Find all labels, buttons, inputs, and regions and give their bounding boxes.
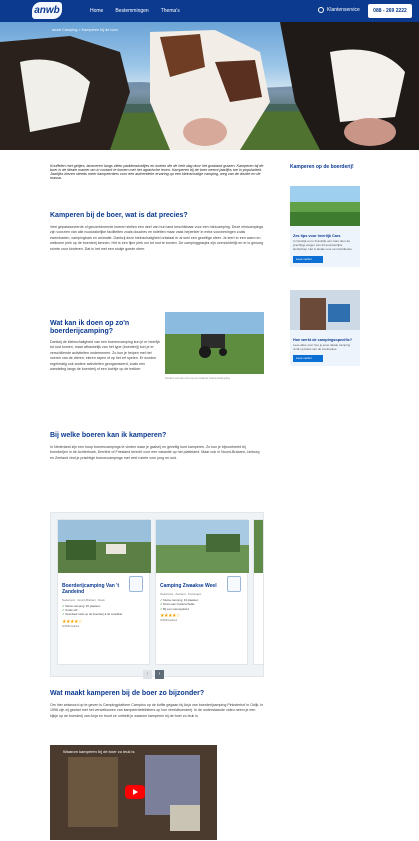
section-heading: Wat maakt kamperen bij de boer zo bijzon… [50,690,205,697]
camping-name[interactable]: Camping Zwaakse Weel [156,578,226,590]
hero-image: anwb Camping > Kamperen bij de boer [0,22,419,150]
tractor-photo [165,312,264,374]
klantenservice-label: Klantenservice [327,7,360,13]
camping-photo [156,520,249,573]
section-welke-boeren: Bij welke boeren kan ik kamperen? In Ned… [50,432,264,461]
camping-card[interactable]: Boerderijcamping Van 't Zandeind Nederla… [57,519,151,665]
play-icon[interactable] [125,785,145,799]
section-heading: Wat kan ik doen op zo'n boerderijcamping… [50,320,130,336]
sidebar-card[interactable]: Zes tips voor heerlijk Cars In Oostrijk … [290,186,360,267]
sidebar-title: Kamperen op de boerderij! [290,164,354,170]
section-bijzonder: Wat maakt kamperen bij de boer zo bijzon… [50,690,264,719]
carousel-next-button[interactable]: › [155,670,164,679]
video-player[interactable]: Waarom kamperen bij de boer zo leuk is [50,745,217,840]
rating-label: ANWB kwaliteit [62,624,80,628]
phone-number-button[interactable]: 088 - 269 2222 [368,4,412,18]
rating-stars: ★★★★☆ [62,618,82,625]
rating-label: ANWB kwaliteit [160,619,178,623]
video-title[interactable]: Waarom kamperen bij de boer zo leuk is [63,749,134,754]
section-heading: Kamperen bij de boer, wat is dat precies… [50,212,188,219]
camping-location: Nederland · Noord-Brabant · Reek [62,597,105,602]
section-heading: Bij welke boeren kan ik kamperen? [50,432,167,439]
section-wat-is-het: Kamperen bij de boer, wat is dat precies… [50,212,264,252]
camping-photo [58,520,151,573]
anwb-badge-icon [129,576,143,592]
card-title[interactable]: Hoe werkt de campingsopecific? [290,335,360,343]
camping-card-partial[interactable] [253,519,264,665]
breadcrumb[interactable]: anwb Camping > Kamperen bij de boer [52,28,118,32]
cows-illustration [0,22,419,150]
intro-text: Knuffelen met geitjes, lammeren langs vi… [50,164,264,180]
card-title[interactable]: Zes tips voor heerlijk Cars [290,231,360,239]
card-image [290,290,360,330]
anwb-logo[interactable]: anwb [32,2,62,19]
read-more-button[interactable]: Lees verder [293,255,323,263]
anwb-badge-icon [227,576,241,592]
card-image [290,186,360,226]
article-intro: Knuffelen met geitjes, lammeren langs vi… [50,164,264,180]
section-body: In Nederland zijn een hoop boerencamping… [50,445,260,460]
card-description: Lees alles over hoe je jouw ideale campi… [293,343,351,352]
photo-caption: Geniet van de rust op een kleine boerenc… [165,376,230,380]
read-more-button[interactable]: Lees verder [293,355,323,363]
rating-stars: ★★★★☆ [160,613,180,620]
sidebar-card[interactable]: Hoe werkt de campingsopecific? Lees alle… [290,290,360,367]
headset-icon [318,7,324,13]
camping-name[interactable]: Boerderijcamping Van 't Zandeind [58,578,128,596]
top-navigation-bar: anwb Home Bestemmingen Thema's Klantense… [0,0,419,22]
section-body: Om hier antwoord op te geven is Campingp… [50,703,264,718]
camping-card[interactable]: Camping Zwaakse Weel Nederland · Zeeland… [155,519,249,665]
section-body: Veel gepassioneerde of gecombineerde boe… [50,225,264,251]
nav-home[interactable]: Home [90,8,103,14]
main-nav: Home Bestemmingen Thema's [90,0,180,22]
nav-themas[interactable]: Thema's [161,8,180,14]
section-wat-doen: Wat kan ik doen op zo'n boerderijcamping… [50,320,162,372]
nav-bestemmingen[interactable]: Bestemmingen [115,8,148,14]
card-description: In Oostrijk en in Frankrijk van Cars doo… [293,239,353,252]
section-body: Dankzij de kleinschaligheid van een boer… [50,340,160,372]
klantenservice-link[interactable]: Klantenservice [318,7,360,13]
carousel-prev-button[interactable]: ‹ [143,670,152,679]
camping-carousel: Boerderijcamping Van 't Zandeind Nederla… [50,512,264,679]
